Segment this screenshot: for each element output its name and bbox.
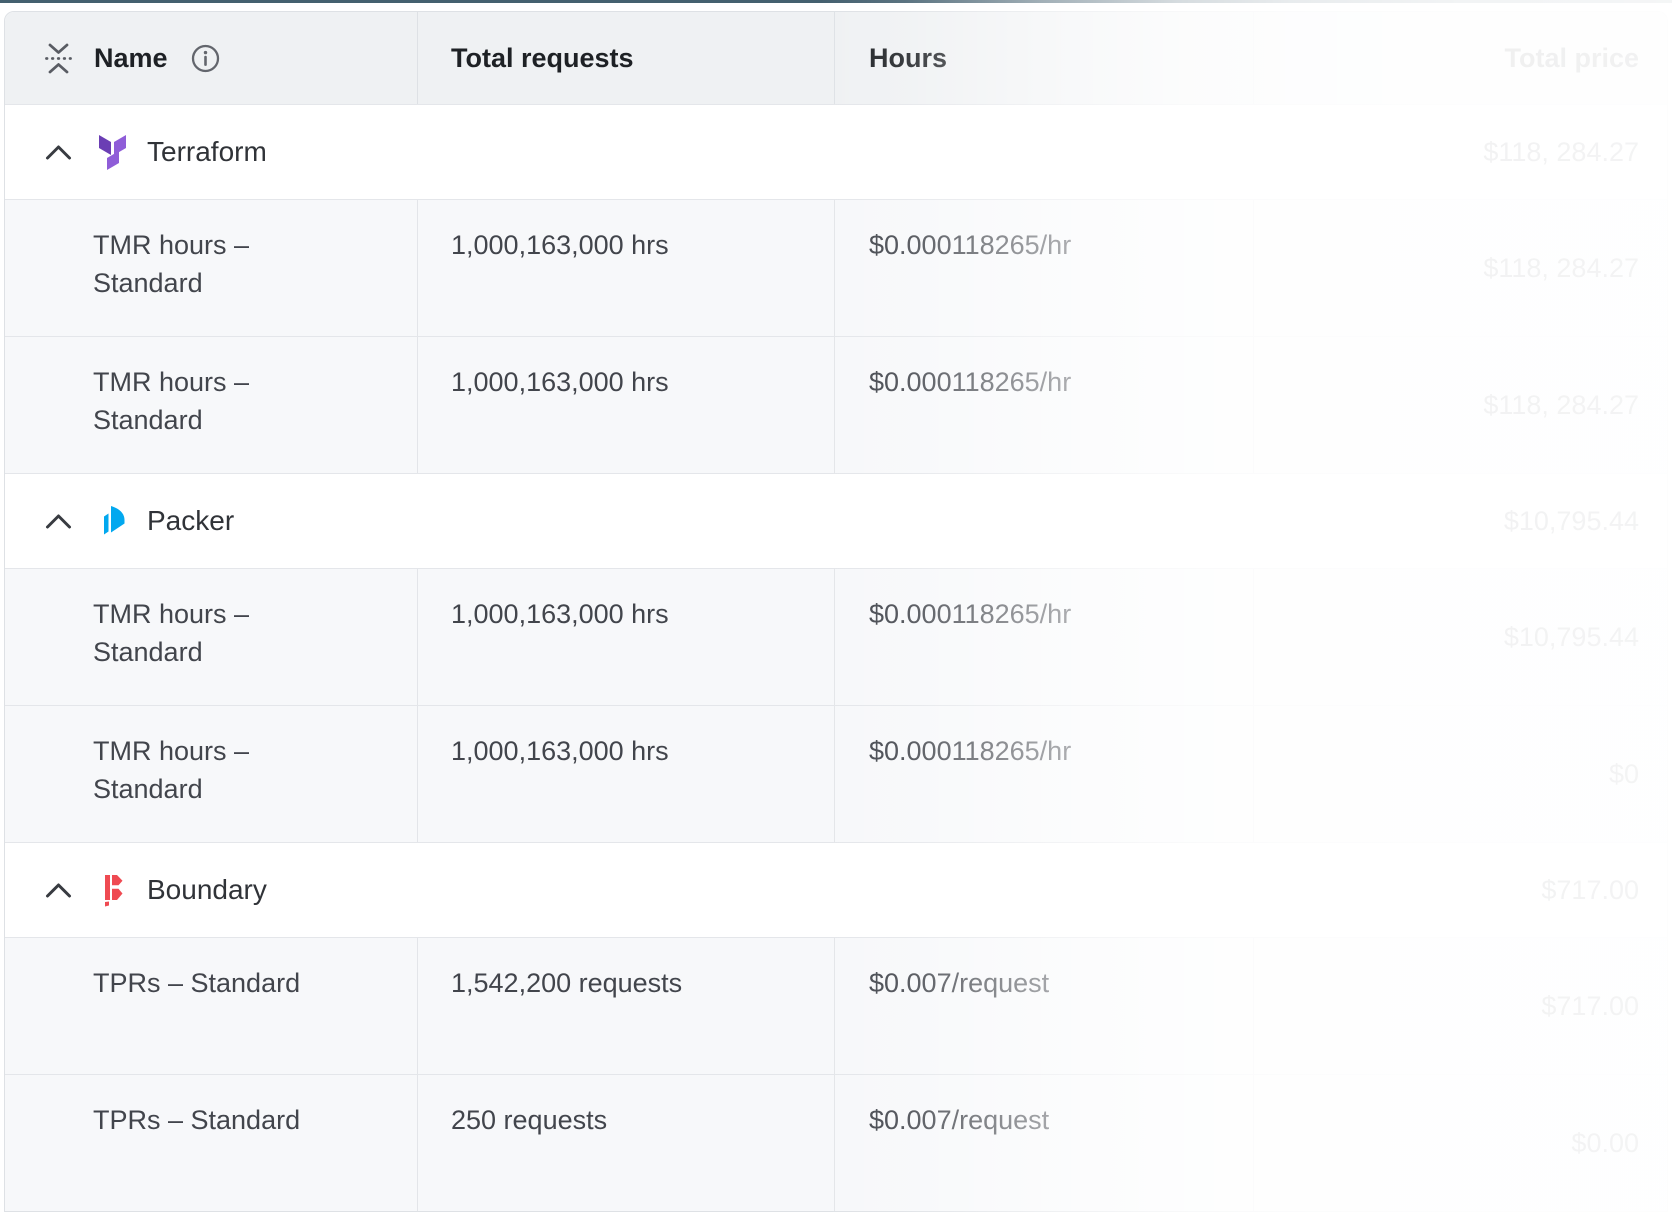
group-name: Packer (147, 505, 234, 537)
cell-name: TMR hours – Standard (5, 337, 417, 473)
chevron-up-icon[interactable] (45, 513, 72, 530)
usage-table: Name Total requests Hours Total price Te… (4, 11, 1668, 1212)
terraform-logo (98, 134, 130, 171)
boundary-logo (98, 874, 130, 907)
cell-total-price: $10,795.44 (1253, 569, 1667, 705)
cell-name: TMR hours – Standard (5, 200, 417, 336)
cell-hours: $0.000118265/hr (834, 569, 1253, 705)
cell-total-requests: 1,000,163,000 hrs (417, 337, 834, 473)
cell-hours: $0.007/request (834, 1075, 1253, 1211)
table-header: Name Total requests Hours Total price (5, 12, 1667, 104)
cell-hours: $0.000118265/hr (834, 706, 1253, 842)
cell-total-requests: 1,000,163,000 hrs (417, 200, 834, 336)
cell-total-requests: 1,000,163,000 hrs (417, 569, 834, 705)
cell-total-requests: 1,000,163,000 hrs (417, 706, 834, 842)
cell-name: TMR hours – Standard (5, 569, 417, 705)
table-row: TMR hours – Standard 1,000,163,000 hrs $… (5, 568, 1667, 705)
group-name: Boundary (147, 874, 267, 906)
group-total-price: $10,795.44 (1504, 506, 1639, 537)
chevron-up-icon[interactable] (45, 144, 72, 161)
cell-total-price: $0 (1253, 706, 1667, 842)
chevron-up-icon[interactable] (45, 882, 72, 899)
group-row[interactable]: Packer $10,795.44 (5, 473, 1667, 568)
billing-usage-page: Name Total requests Hours Total price Te… (0, 0, 1672, 1219)
cell-hours: $0.007/request (834, 938, 1253, 1074)
table-row: TMR hours – Standard 1,000,163,000 hrs $… (5, 705, 1667, 842)
cell-hours: $0.000118265/hr (834, 337, 1253, 473)
table-row: TMR hours – Standard 1,000,163,000 hrs $… (5, 336, 1667, 473)
cell-total-requests: 1,542,200 requests (417, 938, 834, 1074)
group-name: Terraform (147, 136, 267, 168)
group-row[interactable]: Boundary $717.00 (5, 842, 1667, 937)
cell-total-requests: 250 requests (417, 1075, 834, 1211)
column-header-total-requests: Total requests (417, 12, 834, 104)
column-header-hours: Hours (834, 12, 1253, 104)
packer-logo (98, 505, 130, 538)
info-icon[interactable] (190, 43, 221, 74)
top-divider (0, 0, 1672, 3)
table-row: TPRs – Standard 250 requests $0.007/requ… (5, 1074, 1667, 1211)
cell-name: TMR hours – Standard (5, 706, 417, 842)
cell-name: TPRs – Standard (5, 938, 417, 1074)
cell-name: TPRs – Standard (5, 1075, 417, 1211)
group-total-price: $717.00 (1541, 875, 1639, 906)
cell-total-price: $118, 284.27 (1253, 337, 1667, 473)
group-row[interactable]: Terraform $118, 284.27 (5, 104, 1667, 199)
column-header-name-cell: Name (5, 12, 417, 104)
table-row: TPRs – Standard 1,542,200 requests $0.00… (5, 937, 1667, 1074)
cell-total-price: $0.00 (1253, 1075, 1667, 1211)
cell-total-price: $717.00 (1253, 938, 1667, 1074)
table-body: Terraform $118, 284.27 TMR hours – Stand… (5, 104, 1667, 1211)
table-row: TMR hours – Standard 1,000,163,000 hrs $… (5, 199, 1667, 336)
cell-hours: $0.000118265/hr (834, 200, 1253, 336)
column-header-name: Name (94, 43, 168, 74)
cell-total-price: $118, 284.27 (1253, 200, 1667, 336)
collapse-all-icon[interactable] (45, 43, 72, 74)
group-total-price: $118, 284.27 (1483, 137, 1639, 168)
column-header-total-price: Total price (1253, 12, 1667, 104)
